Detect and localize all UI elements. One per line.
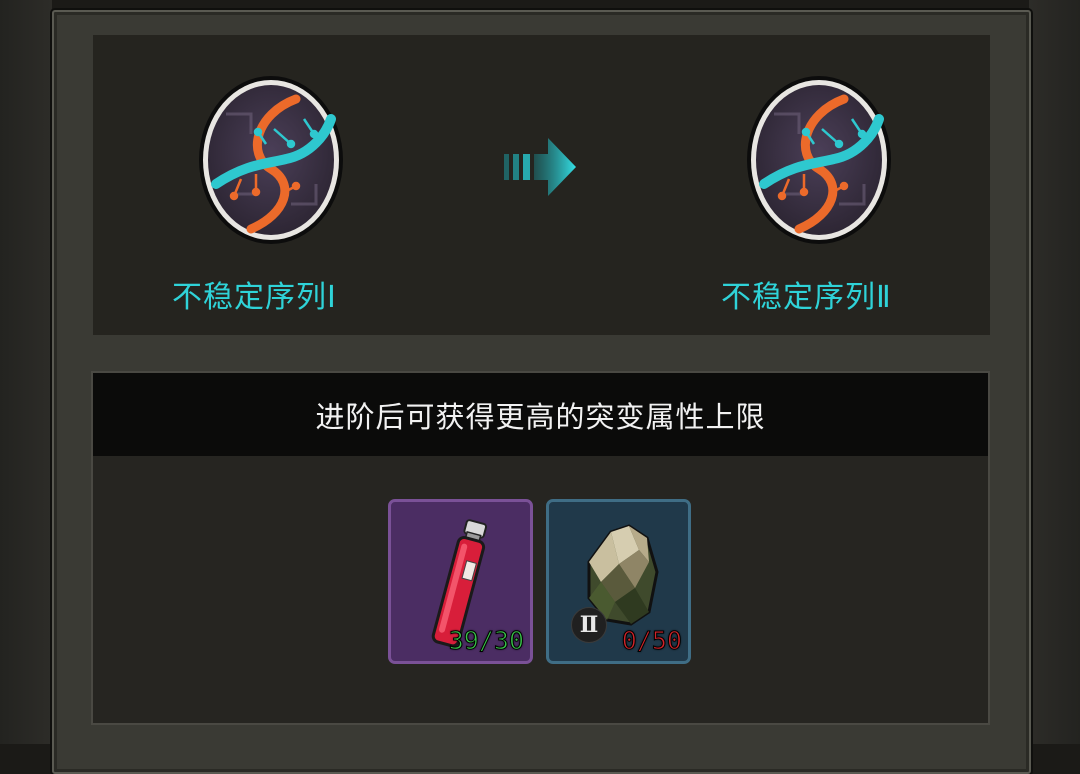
material-panel: 进阶后可获得更高的突变属性上限 39/30 Ⅱ 0/50: [91, 371, 990, 725]
next-gene-dna-icon[interactable]: [744, 74, 894, 246]
upgrade-description: 进阶后可获得更高的突变属性上限: [93, 373, 988, 456]
next-gene-name: 不稳定序列Ⅱ: [721, 280, 892, 315]
grade-badge: Ⅱ: [571, 607, 607, 643]
upgrade-description-text: 进阶后可获得更高的突变属性上限: [315, 399, 766, 434]
current-gene-name: 不稳定序列Ⅰ: [172, 280, 337, 315]
side-shade-left: [0, 0, 52, 744]
material-count: 39/30: [448, 626, 524, 656]
arrow-right-icon: [500, 134, 580, 200]
material-slot-ore[interactable]: Ⅱ 0/50: [546, 499, 691, 664]
material-slot-serum[interactable]: 39/30: [388, 499, 533, 664]
side-shade-right: [1029, 0, 1080, 744]
current-gene-dna-icon[interactable]: [196, 74, 346, 246]
material-count: 0/50: [621, 626, 682, 656]
